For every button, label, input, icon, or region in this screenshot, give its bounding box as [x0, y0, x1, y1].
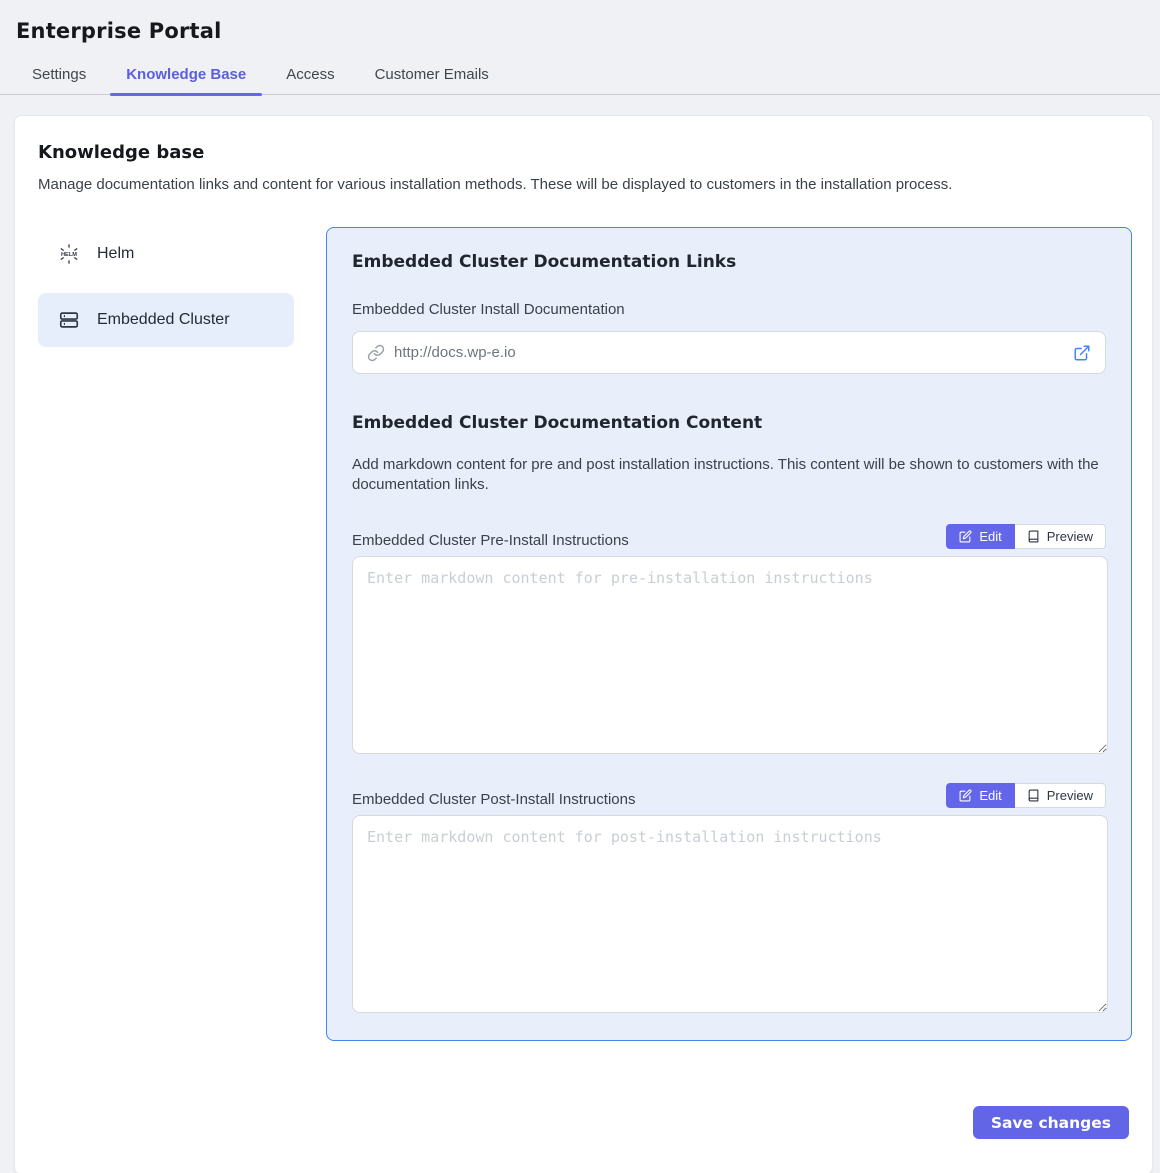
post-install-group: Embedded Cluster Post-Install Instructio… [352, 783, 1106, 1013]
pre-install-group: Embedded Cluster Pre-Install Instruction… [352, 524, 1106, 754]
tab-knowledge-base[interactable]: Knowledge Base [110, 57, 262, 94]
sidebar-item-helm[interactable]: HELM Helm [38, 227, 294, 281]
post-install-textarea[interactable] [352, 815, 1108, 1013]
book-icon [1027, 530, 1040, 543]
book-icon [1027, 789, 1040, 802]
external-link-icon[interactable] [1073, 344, 1091, 362]
tab-access[interactable]: Access [270, 57, 350, 94]
sidebar-item-embedded-cluster[interactable]: Embedded Cluster [38, 293, 294, 347]
post-install-label: Embedded Cluster Post-Install Instructio… [352, 791, 635, 808]
install-method-list: HELM Helm Embedded Cluster [38, 227, 294, 359]
pre-install-edit-button[interactable]: Edit [946, 524, 1014, 549]
post-install-preview-button[interactable]: Preview [1015, 783, 1106, 808]
pre-install-preview-button[interactable]: Preview [1015, 524, 1106, 549]
pre-install-textarea[interactable] [352, 556, 1108, 754]
install-doc-input[interactable] [394, 344, 1073, 361]
knowledge-base-card: Knowledge base Manage documentation link… [14, 115, 1153, 1173]
link-icon [367, 344, 385, 362]
save-changes-button[interactable]: Save changes [973, 1106, 1129, 1139]
install-doc-label: Embedded Cluster Install Documentation [352, 301, 1106, 318]
content-section-title: Embedded Cluster Documentation Content [352, 413, 1106, 433]
helm-icon: HELM [58, 243, 80, 265]
server-stack-icon [58, 309, 80, 331]
tab-bar: Settings Knowledge Base Access Customer … [0, 57, 1160, 95]
pre-install-mode-toggle: Edit Preview [946, 524, 1106, 549]
sidebar-item-label: Helm [97, 245, 134, 263]
install-doc-input-wrap [352, 331, 1106, 374]
edit-pencil-icon [959, 530, 972, 543]
card-description: Manage documentation links and content f… [38, 176, 1129, 193]
pre-install-label: Embedded Cluster Pre-Install Instruction… [352, 532, 629, 549]
edit-pencil-icon [959, 789, 972, 802]
post-install-edit-button[interactable]: Edit [946, 783, 1014, 808]
sidebar-item-label: Embedded Cluster [97, 311, 230, 329]
embedded-cluster-panel: Embedded Cluster Documentation Links Emb… [326, 227, 1132, 1041]
svg-text:HELM: HELM [61, 252, 77, 258]
page-header: Enterprise Portal Settings Knowledge Bas… [0, 0, 1160, 95]
content-section-description: Add markdown content for pre and post in… [352, 455, 1102, 495]
card-title: Knowledge base [38, 142, 1129, 163]
tab-customer-emails[interactable]: Customer Emails [359, 57, 505, 94]
tab-settings[interactable]: Settings [16, 57, 102, 94]
links-section-title: Embedded Cluster Documentation Links [352, 252, 1106, 272]
post-install-mode-toggle: Edit Preview [946, 783, 1106, 808]
page-title: Enterprise Portal [16, 19, 1160, 43]
